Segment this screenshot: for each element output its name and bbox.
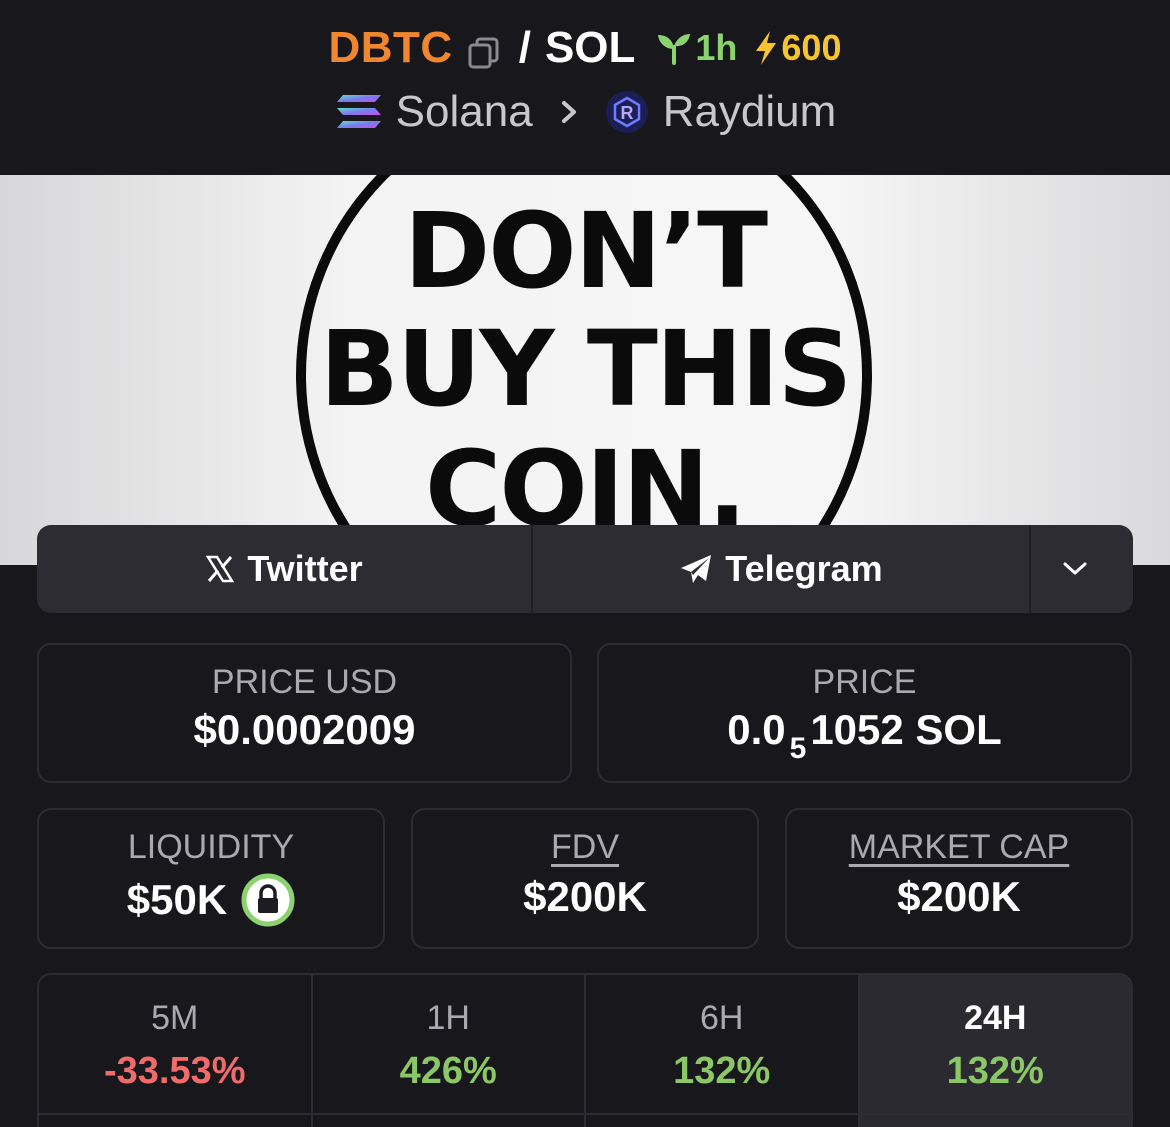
tab-1h-label: 1H [426,999,470,1037]
pair-age: 1h [655,27,737,69]
telegram-icon [681,555,712,583]
tab-1h[interactable]: 1H 426% [313,975,586,1127]
market-cap-value: $200K [897,873,1021,920]
copy-icon[interactable] [467,31,501,69]
base-token-symbol: DBTC [328,23,453,72]
divider [37,1113,1133,1115]
tab-24h[interactable]: 24H 132% [859,975,1131,1127]
lightning-bolt-icon [756,31,777,65]
twitter-label: Twitter [247,548,363,589]
boost-count: 600 [781,27,842,68]
fdv-value: $200K [523,873,647,920]
liquidity-value-row: $50K [39,873,383,927]
raydium-icon[interactable]: R [605,90,649,134]
tab-24h-label: 24H [964,999,1027,1037]
telegram-label: Telegram [725,548,883,589]
tab-6h-label: 6H [700,999,744,1037]
price-prefix: 0.0 [727,706,786,753]
breadcrumb: Solana R Raydium [0,84,1170,140]
price-change-tabs: 5M -33.53% 1H 426% 6H 132% 24H 132% [37,973,1133,1127]
price-zero-count: 5 [789,732,807,765]
svg-text:R: R [620,103,633,123]
tab-5m-label: 5M [151,999,199,1037]
liquidity-value: $50K [126,876,228,923]
tab-24h-value: 132% [946,1050,1044,1092]
price-digits: 1052 SOL [810,706,1002,753]
twitter-button[interactable]: Twitter [37,525,533,613]
fdv-label[interactable]: FDV [413,828,757,867]
fdv-card: FDV $200K [411,808,759,949]
token-banner-image: DON’T BUY THIS COIN. [0,175,1170,565]
tab-1h-value: 426% [399,1050,497,1092]
tab-5m-value: -33.53% [103,1050,246,1092]
price-usd-card: PRICE USD $0.0002009 [37,643,572,783]
network-name[interactable]: Solana [396,87,533,137]
liquidity-label: LIQUIDITY [127,828,295,866]
telegram-button[interactable]: Telegram [533,525,1031,613]
chevron-down-icon [1063,562,1087,575]
quote-token-symbol: SOL [544,23,636,72]
market-cap-label[interactable]: MARKET CAP [787,828,1131,867]
price-native-value: 0.0 51052 SOL [599,706,1130,765]
more-links-dropdown[interactable] [1031,525,1131,613]
banner-line-2: BUY THIS [319,308,853,430]
chevron-right-icon [561,101,576,123]
price-usd-value: $0.0002009 [193,706,416,753]
tab-6h-value: 132% [673,1050,771,1092]
price-native-label: PRICE [812,663,917,701]
pair-separator: / [518,23,531,72]
price-usd-label: PRICE USD [211,663,398,701]
tab-5m[interactable]: 5M -33.53% [39,975,313,1127]
social-links-bar: Twitter Telegram [37,525,1133,613]
boost-badge[interactable]: 600 [753,27,841,69]
price-native-card: PRICE 0.0 51052 SOL [597,643,1132,783]
dex-name[interactable]: Raydium [663,87,837,137]
banner-line-1: DON’T [403,190,768,312]
liquidity-card: LIQUIDITY $50K [37,808,385,949]
tab-6h[interactable]: 6H 132% [586,975,860,1127]
market-cap-card: MARKET CAP $200K [785,808,1133,949]
x-logo-icon [206,555,235,583]
solana-icon[interactable] [334,92,384,132]
pair-header: DBTC / SOL 1h 600 Solana R Raydium [0,0,1170,175]
pair-title: DBTC / SOL 1h 600 [0,20,1170,76]
liquidity-lock-icon[interactable] [241,873,295,927]
seedling-icon [658,34,691,65]
pair-age-value: 1h [695,27,738,68]
